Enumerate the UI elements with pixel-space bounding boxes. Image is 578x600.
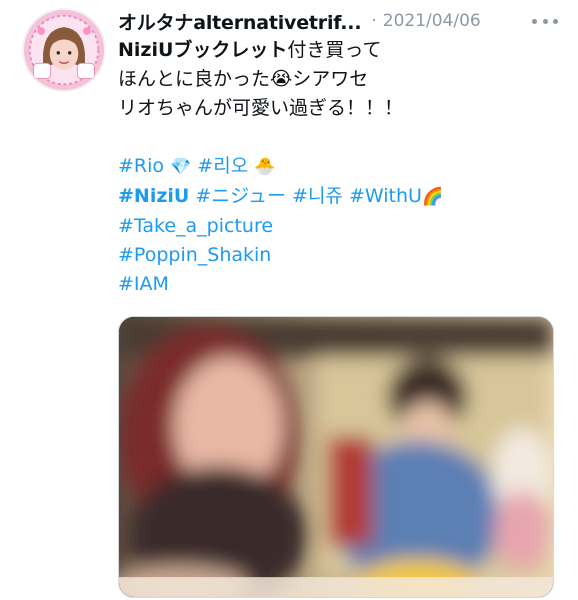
rainbow-emoji-icon: 🌈 <box>421 187 444 207</box>
hashtag-line: #Rio 💎 #리오 🐣 <box>118 152 558 182</box>
text-line: リオちゃんが可愛い過ぎる！！！ <box>118 97 404 119</box>
hashtag-rio[interactable]: #Rio <box>118 155 164 177</box>
hashtag-take-a-picture[interactable]: #Take_a_picture <box>118 215 273 237</box>
hashtag-iam[interactable]: #IAM <box>118 273 169 295</box>
hashtag-niziu-jp[interactable]: #ニジュー <box>195 185 286 207</box>
hashtag-withu[interactable]: #WithU <box>349 185 422 207</box>
hashtag-rio-kr[interactable]: #리오 <box>197 155 248 177</box>
tweet: オルタナalternativetrif... · 2021/04/06 Nizi… <box>0 0 578 600</box>
text-bold: NiziUブックレット <box>118 39 288 61</box>
separator-dot: · <box>371 11 377 31</box>
hashtag-line: #Poppin_Shakin <box>118 241 558 270</box>
more-dot-icon <box>542 18 548 24</box>
more-dot-icon <box>553 18 558 24</box>
text-rest: 付き買って <box>287 39 382 61</box>
blurred-photo-image <box>119 317 553 597</box>
tweet-header: オルタナalternativetrif... · 2021/04/06 <box>118 8 481 34</box>
display-name[interactable]: オルタナalternativetrif... <box>118 8 362 35</box>
hashtag-line: #IAM <box>118 270 558 299</box>
chick-emoji-icon: 🐣 <box>254 157 276 177</box>
avatar[interactable] <box>22 8 106 92</box>
text-line: ほんとに良かった😭シアワセ <box>118 68 369 90</box>
hashtag-poppin-shakin[interactable]: #Poppin_Shakin <box>118 244 271 266</box>
tweet-photo[interactable] <box>118 316 554 598</box>
avatar-image <box>24 10 104 90</box>
gem-emoji-icon: 💎 <box>170 157 192 177</box>
hashtag-line: #NiziU #ニジュー #니쥬 #WithU🌈 <box>118 182 558 212</box>
hashtag-niziu-kr[interactable]: #니쥬 <box>292 185 343 207</box>
tweet-date[interactable]: 2021/04/06 <box>383 11 481 31</box>
hashtag-niziu[interactable]: #NiziU <box>118 185 189 207</box>
more-icon[interactable] <box>532 10 558 32</box>
text-line: NiziUブックレット付き買って <box>118 36 558 65</box>
tweet-text: NiziUブックレット付き買って ほんとに良かった😭シアワセ リオちゃんが可愛い… <box>118 36 558 299</box>
more-dot-icon <box>532 18 537 24</box>
hashtag-line: #Take_a_picture <box>118 212 558 241</box>
